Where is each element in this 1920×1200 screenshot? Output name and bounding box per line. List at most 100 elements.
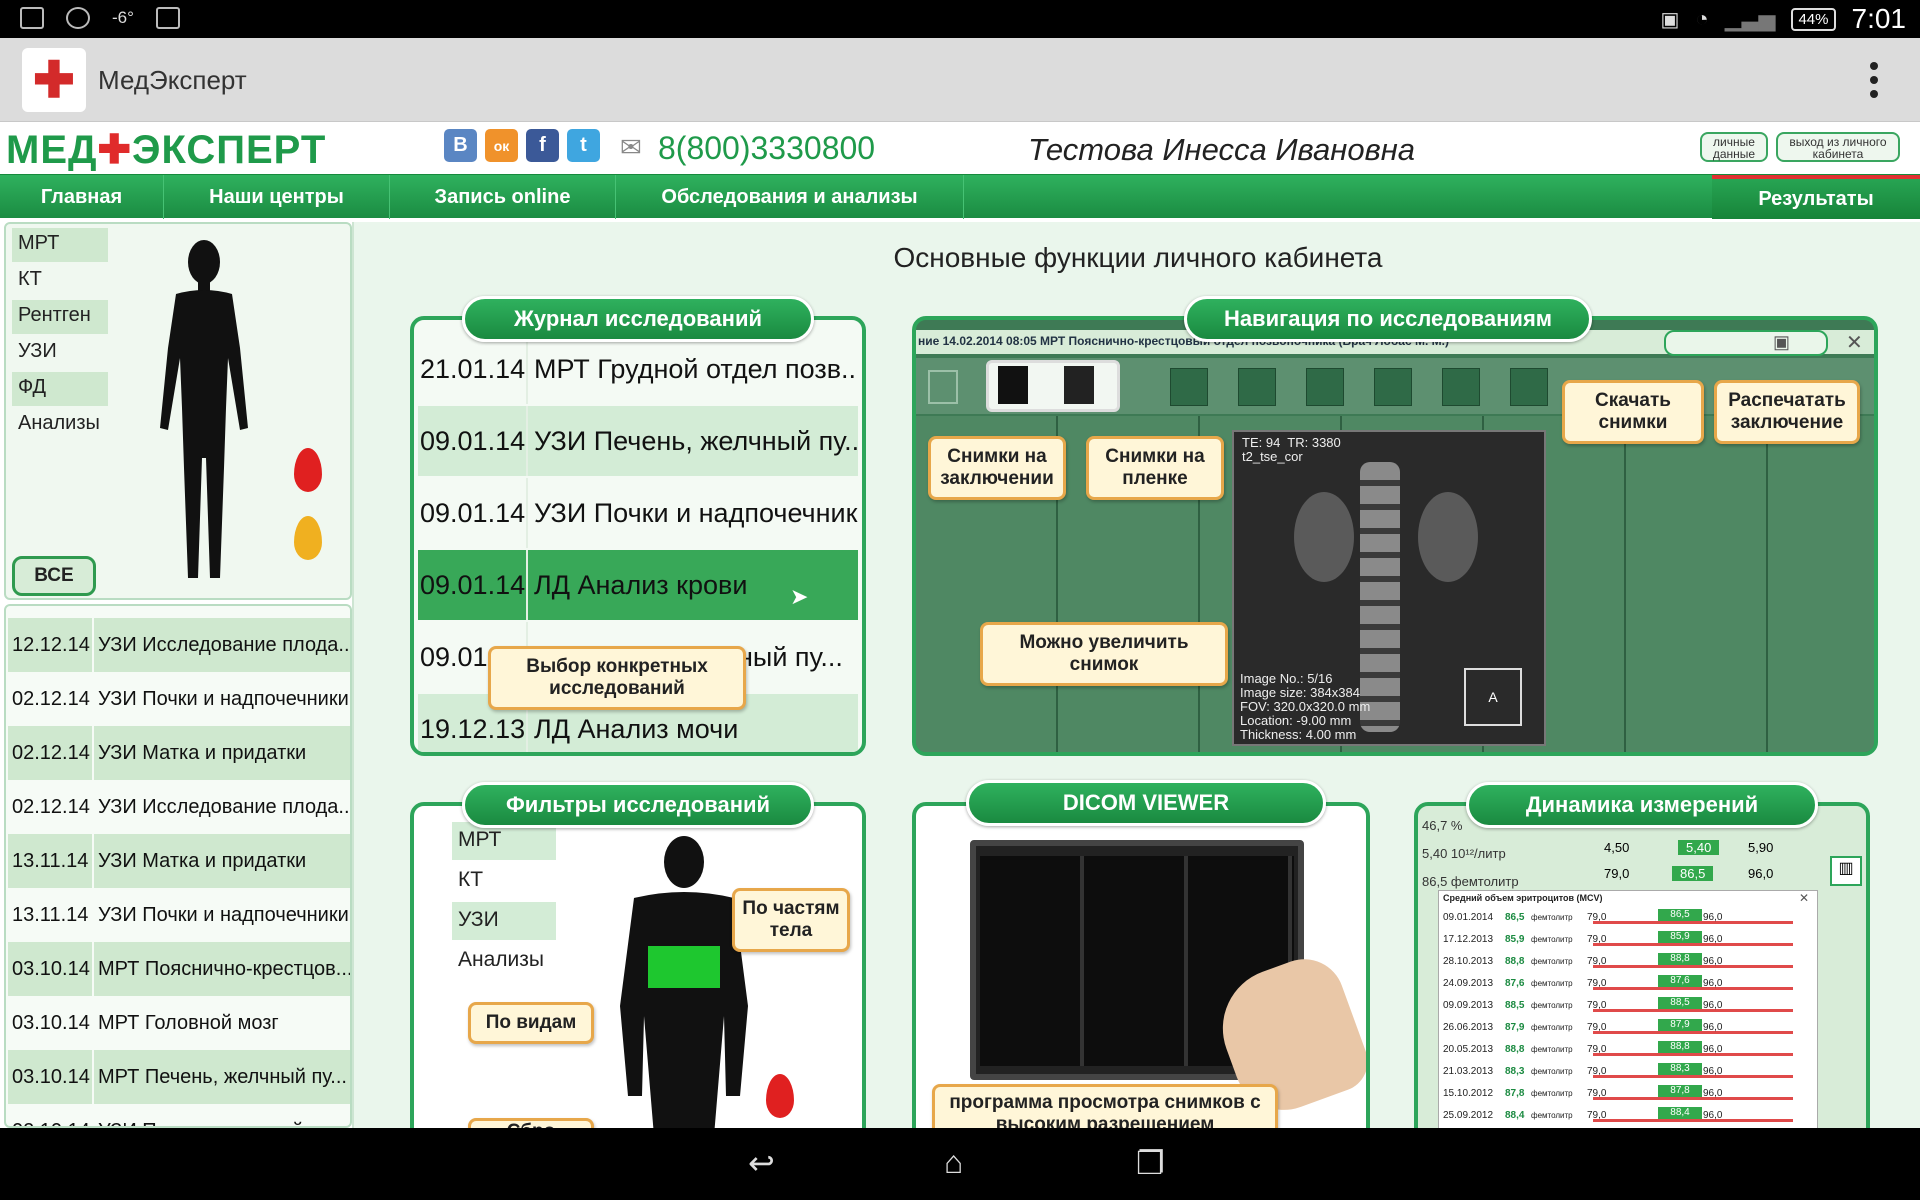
all-button[interactable]: ВСЕ bbox=[12, 556, 96, 596]
blood-drop-icon[interactable] bbox=[294, 448, 322, 492]
exit-cabinet-button[interactable]: выход из личного кабинета bbox=[1776, 132, 1900, 162]
film-icon[interactable] bbox=[928, 370, 958, 404]
measurement-unit: фемтолитр bbox=[1531, 1111, 1573, 1120]
measurement-row[interactable]: 09.09.2013 88,5 фемтолитр 79,0 88,5 96,0 bbox=[1443, 995, 1843, 1016]
orientation-box: A bbox=[1464, 668, 1522, 726]
category-ct[interactable]: КТ bbox=[12, 264, 108, 298]
recent-apps-icon[interactable]: ❐ bbox=[1136, 1144, 1165, 1182]
blood-drop-icon[interactable] bbox=[766, 1074, 794, 1118]
facebook-icon[interactable]: f bbox=[526, 129, 559, 162]
nav-home[interactable]: Главная bbox=[0, 175, 164, 219]
site-logo[interactable]: МЕД✚ЭКСПЕРТ bbox=[6, 127, 326, 173]
list-item[interactable]: 02.12.14 УЗИ Исследование плода... bbox=[8, 780, 350, 834]
film-thumbnail[interactable] bbox=[1374, 368, 1412, 406]
measurement-row[interactable]: 15.10.2012 87,8 фемтолитр 79,0 87,8 96,0 bbox=[1443, 1083, 1843, 1104]
measurement-row[interactable]: 24.09.2013 87,6 фемтолитр 79,0 87,6 96,0 bbox=[1443, 973, 1843, 994]
journal-row[interactable]: 09.01.14 УЗИ Печень, желчный пу... bbox=[418, 406, 858, 476]
print-icon[interactable]: ▣ bbox=[1664, 330, 1828, 356]
dynamics-card[interactable]: 46,7 % 5,40 10¹²/литр 86,5 фемтолитр 4,5… bbox=[1414, 802, 1870, 1142]
journal-row[interactable]: 09.01.14 УЗИ Почки и надпочечники bbox=[418, 478, 858, 548]
film-thumbnail[interactable] bbox=[1510, 368, 1548, 406]
kidney-image bbox=[1418, 492, 1478, 582]
category-mri[interactable]: МРТ bbox=[12, 228, 108, 262]
film-thumbnail[interactable] bbox=[1170, 368, 1208, 406]
measurement-value: 88,8 bbox=[1505, 956, 1525, 967]
phone-number[interactable]: 8(800)3330800 bbox=[658, 130, 875, 167]
measurement-date: 20.05.2013 bbox=[1443, 1044, 1494, 1055]
list-item[interactable]: 02.12.14 УЗИ Почки и надпочечники bbox=[8, 672, 350, 726]
overflow-menu-icon[interactable] bbox=[1870, 62, 1880, 98]
chart-icon[interactable]: ▥ bbox=[1830, 856, 1862, 886]
measurement-row[interactable]: 26.06.2013 87,9 фемтолитр 79,0 87,9 96,0 bbox=[1443, 1017, 1843, 1038]
measurement-value: 87,9 bbox=[1505, 1022, 1525, 1033]
list-item[interactable]: 03.10.14 МРТ Печень, желчный пу... bbox=[8, 1050, 350, 1104]
measurement-row[interactable]: 17.12.2013 85,9 фемтолитр 79,0 85,9 96,0 bbox=[1443, 929, 1843, 950]
list-item[interactable]: 12.12.14 УЗИ Исследование плода... bbox=[8, 618, 350, 672]
action-bar: ✚ МедЭксперт bbox=[0, 38, 1920, 122]
range-marker: 88,4 bbox=[1658, 1107, 1702, 1119]
twitter-icon[interactable]: t bbox=[567, 129, 600, 162]
mri-thumbnail[interactable] bbox=[998, 366, 1028, 404]
body-torso-silhouette[interactable] bbox=[614, 836, 754, 1136]
odnoklassniki-icon[interactable]: ок bbox=[485, 129, 518, 162]
category-ultrasound[interactable]: УЗИ bbox=[12, 336, 108, 370]
measurement-high: 96,0 bbox=[1703, 1022, 1723, 1033]
home-icon[interactable]: ⌂ bbox=[944, 1144, 963, 1181]
measurement-popup[interactable]: Средний объем эритроцитов (MCV) ✕ 09.01.… bbox=[1438, 890, 1818, 1138]
nav-results[interactable]: Результаты bbox=[1712, 175, 1920, 219]
category-analyses[interactable]: Анализы bbox=[12, 408, 108, 442]
journal-row[interactable]: 21.01.14 МРТ Грудной отдел позв... bbox=[418, 334, 858, 404]
mri-thumbnail[interactable] bbox=[1064, 366, 1094, 404]
filters-card[interactable]: МРТ КТ УЗИ Анализы По частям тела По вид… bbox=[410, 802, 866, 1142]
measurement-date: 09.01.2014 bbox=[1443, 912, 1494, 923]
list-item[interactable]: 03.10.14 МРТ Пояснично-крестцов... bbox=[8, 942, 350, 996]
measurement-row[interactable]: 09.01.2014 86,5 фемтолитр 79,0 86,5 96,0 bbox=[1443, 907, 1843, 928]
urine-drop-icon[interactable] bbox=[294, 516, 322, 560]
measurement-row[interactable]: 21.03.2013 88,3 фемтолитр 79,0 88,3 96,0 bbox=[1443, 1061, 1843, 1082]
list-item[interactable]: 02.10.14УЗИ Печень, желчный пуз... bbox=[8, 1104, 350, 1127]
filter-analyses[interactable]: Анализы bbox=[452, 942, 572, 980]
journal-card[interactable]: 21.01.14 МРТ Грудной отдел позв... 09.01.… bbox=[410, 316, 866, 756]
measurement-value: 88,5 bbox=[1505, 1000, 1525, 1011]
navigation-card[interactable]: ние 14.02.2014 08:05 МРТ Пояснично-крест… bbox=[912, 316, 1878, 756]
range-bar bbox=[1593, 943, 1793, 946]
personal-data-button[interactable]: личные данные bbox=[1700, 132, 1768, 162]
nav-online-booking[interactable]: Запись online bbox=[390, 175, 616, 219]
list-item[interactable]: 13.11.14 УЗИ Матка и придатки bbox=[8, 834, 350, 888]
social-links: В ок f t bbox=[444, 129, 600, 162]
list-item[interactable]: 03.10.14 МРТ Головной мозг bbox=[8, 996, 350, 1050]
range-bar bbox=[1593, 1009, 1793, 1012]
back-icon[interactable]: ↩ bbox=[748, 1144, 775, 1182]
film-thumbnail[interactable] bbox=[1238, 368, 1276, 406]
category-fd[interactable]: ФД bbox=[12, 372, 108, 406]
mri-scan-image[interactable]: TE: 94 TR: 3380 t2_tse_cor Image No.: 5/… bbox=[1232, 430, 1546, 746]
battery-indicator: 44% bbox=[1791, 7, 1836, 31]
dicom-viewer-card[interactable]: программа просмотра снимков с высоким ра… bbox=[912, 802, 1370, 1142]
vk-icon[interactable]: В bbox=[444, 129, 477, 162]
measurement-row[interactable]: 28.10.2013 88,8 фемтолитр 79,0 88,8 96,0 bbox=[1443, 951, 1843, 972]
measurement-value: 87,8 bbox=[1505, 1088, 1525, 1099]
filter-ct[interactable]: КТ bbox=[452, 862, 556, 900]
body-silhouette[interactable] bbox=[154, 238, 254, 598]
category-xray[interactable]: Рентген bbox=[12, 300, 108, 334]
close-icon[interactable]: ✕ bbox=[1799, 891, 1809, 905]
list-item[interactable]: 13.11.14 УЗИ Почки и надпочечники bbox=[8, 888, 350, 942]
range-marker: 85,9 bbox=[1658, 931, 1702, 943]
filter-ultrasound[interactable]: УЗИ bbox=[452, 902, 556, 940]
range-marker: 88,8 bbox=[1658, 953, 1702, 965]
nav-centers[interactable]: Наши центры bbox=[164, 175, 390, 219]
measurement-row[interactable]: 25.09.2012 88,4 фемтолитр 79,0 88,4 96,0 bbox=[1443, 1105, 1843, 1126]
close-icon[interactable]: ✕ bbox=[1846, 330, 1863, 355]
range-marker: 87,8 bbox=[1658, 1085, 1702, 1097]
film-thumbnail[interactable] bbox=[1306, 368, 1344, 406]
callout-zoom: Можно увеличить снимок bbox=[980, 622, 1228, 686]
measurement-unit: фемтолитр bbox=[1531, 979, 1573, 988]
range-marker: 88,3 bbox=[1658, 1063, 1702, 1075]
range-marker: 87,9 bbox=[1658, 1019, 1702, 1031]
list-item[interactable]: 02.12.14 УЗИ Матка и придатки bbox=[8, 726, 350, 780]
range-bar bbox=[1593, 965, 1793, 968]
film-thumbnail[interactable] bbox=[1442, 368, 1480, 406]
measurement-row[interactable]: 20.05.2013 88,8 фемтолитр 79,0 88,8 96,0 bbox=[1443, 1039, 1843, 1060]
nav-exams[interactable]: Обследования и анализы bbox=[616, 175, 964, 219]
dicom-label: DICOM VIEWER bbox=[966, 780, 1326, 826]
